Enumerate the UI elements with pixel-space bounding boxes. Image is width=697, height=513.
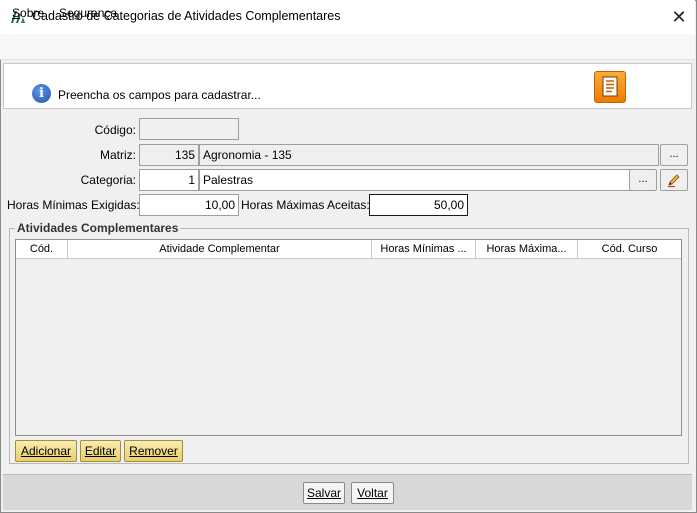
footer-bar: [3, 474, 692, 510]
categoria-edit-button[interactable]: [660, 169, 688, 191]
horas-maximas-field[interactable]: 50,00: [369, 194, 468, 216]
menu-bar: [0, 34, 695, 60]
atividades-group-title: Atividades Complementares: [15, 221, 181, 235]
info-icon: i: [32, 84, 51, 103]
horas-maximas-label: Horas Máximas Aceitas:: [241, 198, 370, 212]
document-icon: [602, 76, 618, 97]
horas-minimas-label: Horas Mínimas Exigidas:: [7, 198, 140, 212]
salvar-label: Salvar: [306, 486, 341, 500]
menu-item-sobre-rest: obre: [20, 6, 45, 20]
close-button[interactable]: ✕: [664, 3, 694, 31]
categoria-code-field[interactable]: 1: [139, 169, 199, 191]
categoria-lookup-button[interactable]: ...: [629, 169, 657, 191]
column-header-cod[interactable]: Cód.: [16, 240, 68, 259]
column-header-atividade[interactable]: Atividade Complementar: [68, 240, 372, 259]
salvar-button[interactable]: Salvar: [303, 482, 345, 504]
column-header-cod-curso[interactable]: Cód. Curso: [578, 240, 681, 259]
menu-item-sobre[interactable]: Sobre: [12, 6, 44, 20]
matriz-code-field[interactable]: 135: [139, 144, 199, 166]
adicionar-label: Adicionar: [20, 444, 72, 458]
editar-label: Editar: [84, 444, 117, 458]
adicionar-button[interactable]: Adicionar: [15, 440, 77, 462]
remover-button[interactable]: Remover: [124, 440, 183, 462]
categoria-label: Categoria:: [80, 173, 136, 187]
horas-minimas-field[interactable]: 10,00: [139, 194, 239, 216]
atividades-grid[interactable]: [15, 239, 682, 436]
matriz-lookup-button[interactable]: ...: [660, 144, 688, 166]
close-icon: ✕: [671, 7, 687, 27]
voltar-button[interactable]: Voltar: [351, 482, 394, 504]
column-header-horas-maximas[interactable]: Horas Máxima...: [476, 240, 578, 259]
codigo-field[interactable]: [139, 118, 239, 140]
matriz-description-field[interactable]: Agronomia - 135: [199, 144, 659, 166]
codigo-label: Código:: [94, 123, 136, 137]
menu-item-seguranca[interactable]: Segurança: [59, 6, 117, 20]
menu-accel-key: S: [12, 6, 21, 20]
voltar-label: Voltar: [357, 486, 388, 500]
info-banner: [3, 63, 692, 109]
categoria-description-field[interactable]: Palestras: [199, 169, 656, 191]
pencil-icon: [668, 174, 680, 188]
column-header-horas-minimas[interactable]: Horas Mínimas ...: [372, 240, 476, 259]
info-message: Preencha os campos para cadastrar...: [58, 88, 261, 102]
document-button[interactable]: [594, 71, 626, 103]
matriz-label: Matriz:: [100, 148, 136, 162]
editar-button[interactable]: Editar: [80, 440, 121, 462]
remover-label: Remover: [129, 444, 178, 458]
